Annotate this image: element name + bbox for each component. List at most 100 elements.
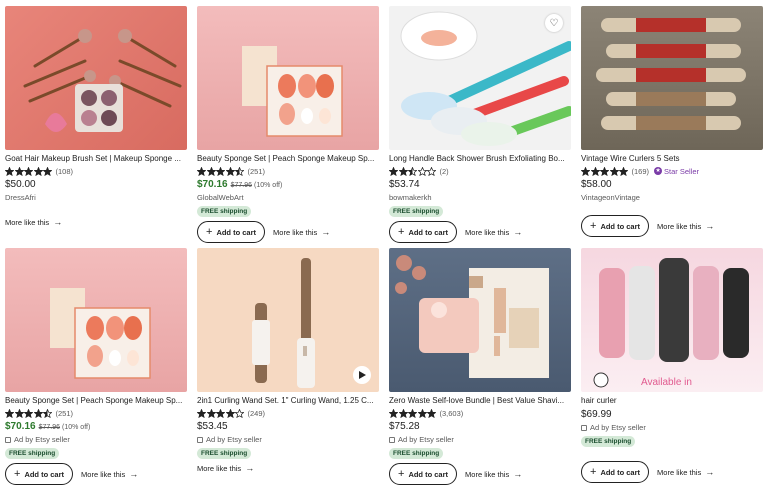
more-like-this-link[interactable]: More like this → — [273, 227, 330, 237]
plus-icon: + — [398, 468, 405, 480]
ad-label: Ad by Etsy seller — [197, 435, 379, 445]
star-icon — [24, 408, 33, 418]
rating: (108) — [5, 166, 187, 176]
ad-label: Ad by Etsy seller — [581, 423, 763, 433]
price: $53.45 — [197, 421, 228, 432]
discount: (10% off) — [254, 182, 283, 189]
star-icon — [609, 166, 619, 176]
add-to-cart-button[interactable]: + Add to cart — [197, 221, 266, 243]
more-like-this-link[interactable]: More like this → — [5, 217, 62, 227]
arrow-right-icon: → — [513, 227, 523, 237]
more-like-this-label: More like this — [465, 469, 510, 479]
review-count: (251) — [55, 408, 74, 418]
star-icon — [600, 166, 609, 176]
listing-image[interactable] — [5, 248, 187, 392]
arrow-right-icon: → — [705, 221, 715, 231]
listing-card[interactable]: Beauty Sponge Set | Peach Sponge Makeup … — [5, 248, 187, 485]
star-icon — [427, 166, 436, 176]
more-like-this-label: More like this — [657, 221, 702, 231]
ad-label: Ad by Etsy seller — [389, 435, 571, 445]
star-icon — [398, 408, 408, 418]
star-icon — [216, 408, 225, 418]
listing-card[interactable]: Beauty Sponge Set | Peach Sponge Makeup … — [197, 6, 379, 243]
star-icon — [14, 408, 24, 418]
listing-title[interactable]: hair curler — [581, 396, 763, 406]
rating: (249) — [197, 408, 379, 418]
star-icon — [581, 166, 590, 176]
star-icon — [417, 166, 427, 176]
favorite-heart-icon[interactable]: ♡ — [545, 14, 563, 32]
listing-image[interactable] — [5, 6, 187, 150]
plus-icon: + — [398, 226, 405, 238]
stars — [389, 408, 437, 418]
listing-title[interactable]: Zero Waste Self-love Bundle | Best Value… — [389, 396, 571, 406]
star-icon — [235, 166, 244, 176]
stars — [581, 166, 629, 176]
price: $58.00 — [581, 179, 612, 190]
listing-image[interactable]: Available in — [581, 248, 763, 392]
add-to-cart-label: Add to cart — [408, 227, 449, 237]
more-like-this-label: More like this — [197, 463, 242, 473]
listing-title[interactable]: Beauty Sponge Set | Peach Sponge Makeup … — [197, 154, 379, 164]
add-to-cart-button[interactable]: + Add to cart — [5, 463, 74, 485]
rating: (251) — [197, 166, 379, 176]
plus-icon: + — [590, 220, 597, 232]
listing-title[interactable]: Vintage Wire Curlers 5 Sets — [581, 154, 763, 164]
add-to-cart-label: Add to cart — [600, 221, 641, 231]
listing-image[interactable] — [581, 6, 763, 150]
play-icon[interactable] — [353, 366, 371, 384]
price: $69.99 — [581, 409, 612, 420]
listing-image[interactable]: ♡ — [389, 6, 571, 150]
more-like-this-label: More like this — [5, 217, 50, 227]
stars — [197, 166, 245, 176]
more-like-this-link[interactable]: More like this → — [81, 469, 138, 479]
add-to-cart-button[interactable]: + Add to cart — [389, 221, 458, 243]
listing-title[interactable]: 2in1 Curling Wand Set. 1" Curling Wand, … — [197, 396, 379, 406]
listing-image[interactable] — [197, 248, 379, 392]
listing-card[interactable]: Available in hair curler $69.99 Ad by Et… — [581, 248, 763, 483]
ad-text: Ad by Etsy seller — [398, 435, 454, 444]
more-like-this-label: More like this — [273, 227, 318, 237]
star-icon — [408, 166, 417, 176]
price: $75.28 — [389, 421, 420, 432]
star-icon — [417, 408, 427, 418]
listing-card[interactable]: Vintage Wire Curlers 5 Sets (169) ★ Star S… — [581, 6, 763, 237]
listing-card[interactable]: ♡ Long Handle Back Shower Brush Exfoliat… — [389, 6, 571, 243]
star-icon — [389, 408, 398, 418]
star-icon — [197, 408, 206, 418]
more-like-this-link[interactable]: More like this → — [465, 227, 522, 237]
listing-title[interactable]: Beauty Sponge Set | Peach Sponge Makeup … — [5, 396, 187, 406]
add-to-cart-button[interactable]: + Add to cart — [389, 463, 458, 485]
more-like-this-link[interactable]: More like this → — [197, 463, 254, 473]
star-icon — [14, 166, 24, 176]
star-icon — [5, 408, 14, 418]
discount: (10% off) — [62, 424, 91, 431]
listing-card[interactable]: 2in1 Curling Wand Set. 1" Curling Wand, … — [197, 248, 379, 475]
listing-image[interactable] — [389, 248, 571, 392]
listing-title[interactable]: Goat Hair Makeup Brush Set | Makeup Spon… — [5, 154, 187, 164]
star-icon — [590, 166, 600, 176]
arrow-right-icon: → — [321, 227, 331, 237]
more-like-this-label: More like this — [81, 469, 126, 479]
plus-icon: + — [14, 468, 21, 480]
arrow-right-icon: → — [129, 469, 139, 479]
shop-name: GlobalWebArt — [197, 193, 244, 202]
shower-brush-illustration — [400, 11, 571, 146]
listing-card[interactable]: Zero Waste Self-love Bundle | Best Value… — [389, 248, 571, 485]
more-like-this-link[interactable]: More like this → — [657, 467, 714, 477]
listing-title[interactable]: Long Handle Back Shower Brush Exfoliatin… — [389, 154, 571, 164]
rating: (169) ★ Star Seller — [581, 166, 763, 176]
add-to-cart-button[interactable]: + Add to cart — [581, 461, 650, 483]
more-like-this-link[interactable]: More like this → — [465, 469, 522, 479]
ad-text: Ad by Etsy seller — [206, 435, 262, 444]
listing-card[interactable]: Goat Hair Makeup Brush Set | Makeup Spon… — [5, 6, 187, 233]
more-like-this-link[interactable]: More like this → — [657, 221, 714, 231]
listing-image[interactable] — [197, 6, 379, 150]
star-icon — [197, 166, 206, 176]
rating: (251) — [5, 408, 187, 418]
add-to-cart-button[interactable]: + Add to cart — [581, 215, 650, 237]
review-count: (249) — [247, 408, 266, 418]
sale-price: $70.16 — [5, 421, 36, 432]
ad-icon — [5, 437, 11, 443]
arrow-right-icon: → — [513, 469, 523, 479]
